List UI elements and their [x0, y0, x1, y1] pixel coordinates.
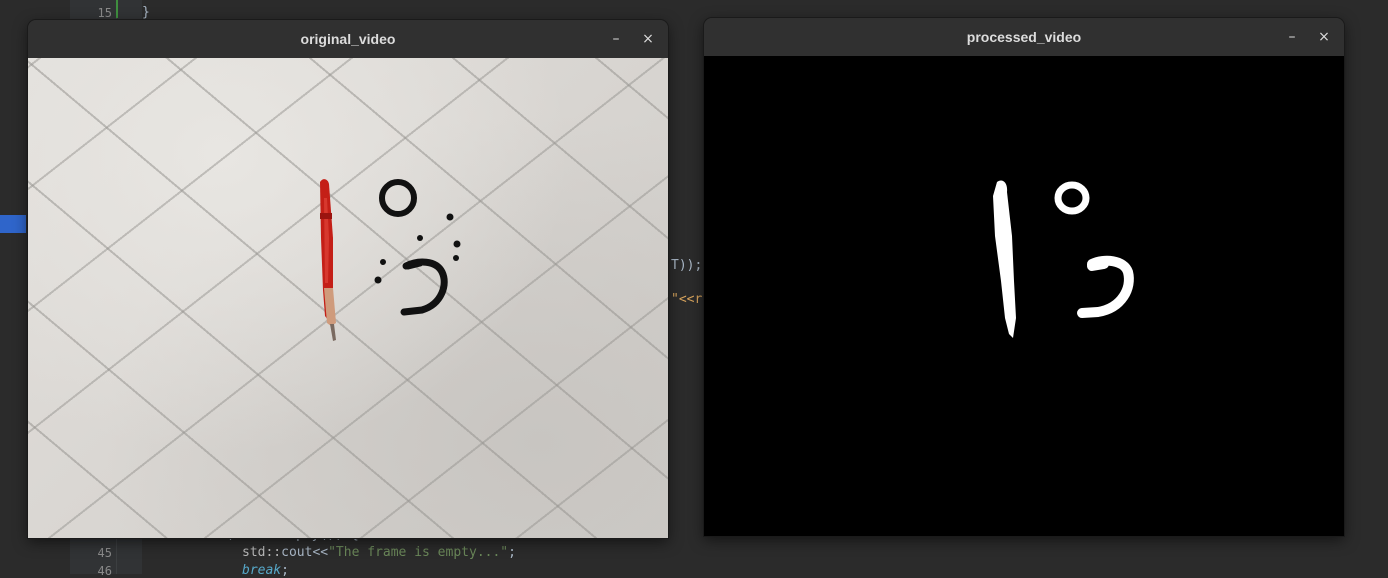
- close-button[interactable]: ×: [1314, 27, 1334, 47]
- breakpoint-marker: [0, 215, 26, 233]
- mask-blobs: [993, 180, 1134, 338]
- pen-mask-blob: [993, 180, 1016, 338]
- processed-video-window[interactable]: processed_video – ×: [704, 18, 1344, 536]
- line-number: 15: [97, 6, 112, 20]
- code-fragment: "<<r: [671, 292, 703, 307]
- minimize-button[interactable]: –: [606, 29, 626, 49]
- original-video-window[interactable]: original_video – ×: [28, 20, 668, 538]
- scene-objects: [320, 179, 461, 341]
- window-titlebar[interactable]: processed_video – ×: [704, 18, 1344, 56]
- code-line: break;: [242, 563, 289, 578]
- window-title: original_video: [300, 31, 396, 47]
- line-number: 46: [97, 564, 112, 578]
- black-dots: [374, 213, 461, 284]
- window-titlebar[interactable]: original_video – ×: [28, 20, 668, 58]
- red-pen: [320, 179, 336, 341]
- black-ring: [379, 179, 417, 217]
- modified-line-marker: [116, 0, 118, 18]
- code-line: }: [142, 5, 150, 20]
- window-title: processed_video: [966, 29, 1082, 45]
- minimize-button[interactable]: –: [1282, 27, 1302, 47]
- code-fragment: T));: [671, 258, 703, 273]
- close-button[interactable]: ×: [638, 29, 658, 49]
- video-frame: [28, 58, 668, 538]
- video-frame: [704, 56, 1344, 536]
- black-hook: [400, 258, 448, 316]
- code-line: std::cout<<"The frame is empty...";: [242, 545, 516, 560]
- ring-mask-blob: [1054, 181, 1090, 215]
- line-number: 45: [97, 546, 112, 560]
